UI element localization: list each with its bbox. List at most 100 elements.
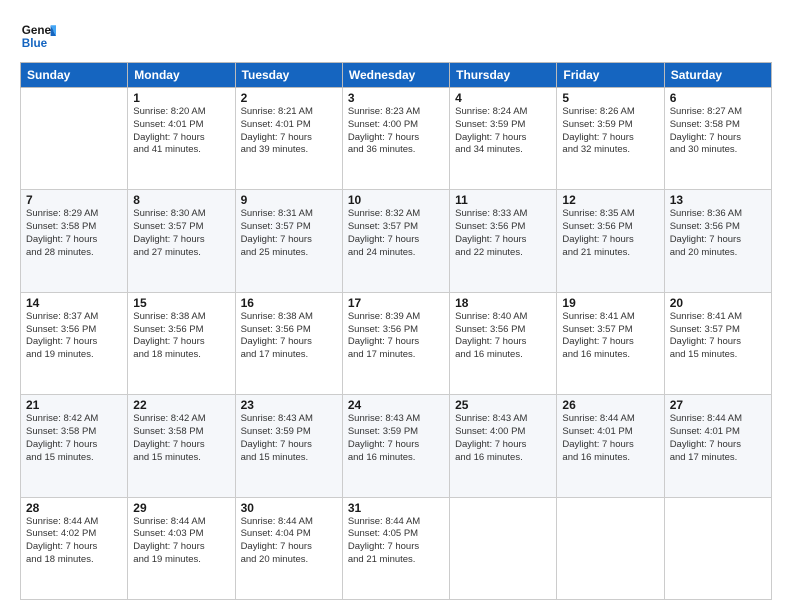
calendar-week-row: 14Sunrise: 8:37 AM Sunset: 3:56 PM Dayli…: [21, 292, 772, 394]
day-number: 4: [455, 91, 551, 105]
day-number: 19: [562, 296, 658, 310]
day-info: Sunrise: 8:37 AM Sunset: 3:56 PM Dayligh…: [26, 311, 122, 362]
calendar-cell: 18Sunrise: 8:40 AM Sunset: 3:56 PM Dayli…: [450, 292, 557, 394]
day-info: Sunrise: 8:30 AM Sunset: 3:57 PM Dayligh…: [133, 208, 229, 259]
day-number: 25: [455, 398, 551, 412]
calendar-cell: 21Sunrise: 8:42 AM Sunset: 3:58 PM Dayli…: [21, 395, 128, 497]
day-info: Sunrise: 8:44 AM Sunset: 4:05 PM Dayligh…: [348, 516, 444, 567]
day-number: 1: [133, 91, 229, 105]
day-number: 5: [562, 91, 658, 105]
calendar-cell: 4Sunrise: 8:24 AM Sunset: 3:59 PM Daylig…: [450, 88, 557, 190]
day-number: 11: [455, 193, 551, 207]
calendar-cell: 12Sunrise: 8:35 AM Sunset: 3:56 PM Dayli…: [557, 190, 664, 292]
calendar-cell: 26Sunrise: 8:44 AM Sunset: 4:01 PM Dayli…: [557, 395, 664, 497]
day-number: 13: [670, 193, 766, 207]
header: General Blue: [20, 18, 772, 54]
calendar-cell: 15Sunrise: 8:38 AM Sunset: 3:56 PM Dayli…: [128, 292, 235, 394]
calendar-cell: 24Sunrise: 8:43 AM Sunset: 3:59 PM Dayli…: [342, 395, 449, 497]
col-header-wednesday: Wednesday: [342, 63, 449, 88]
day-number: 10: [348, 193, 444, 207]
calendar-cell: 17Sunrise: 8:39 AM Sunset: 3:56 PM Dayli…: [342, 292, 449, 394]
day-info: Sunrise: 8:41 AM Sunset: 3:57 PM Dayligh…: [670, 311, 766, 362]
day-info: Sunrise: 8:44 AM Sunset: 4:01 PM Dayligh…: [670, 413, 766, 464]
calendar-cell: 14Sunrise: 8:37 AM Sunset: 3:56 PM Dayli…: [21, 292, 128, 394]
day-info: Sunrise: 8:35 AM Sunset: 3:56 PM Dayligh…: [562, 208, 658, 259]
day-number: 17: [348, 296, 444, 310]
day-number: 28: [26, 501, 122, 515]
calendar-cell: 7Sunrise: 8:29 AM Sunset: 3:58 PM Daylig…: [21, 190, 128, 292]
day-number: 21: [26, 398, 122, 412]
page: General Blue SundayMondayTuesdayWednesda…: [0, 0, 792, 612]
calendar-cell: [450, 497, 557, 599]
day-info: Sunrise: 8:33 AM Sunset: 3:56 PM Dayligh…: [455, 208, 551, 259]
calendar-week-row: 7Sunrise: 8:29 AM Sunset: 3:58 PM Daylig…: [21, 190, 772, 292]
day-number: 29: [133, 501, 229, 515]
day-number: 20: [670, 296, 766, 310]
day-info: Sunrise: 8:44 AM Sunset: 4:04 PM Dayligh…: [241, 516, 337, 567]
calendar-cell: 27Sunrise: 8:44 AM Sunset: 4:01 PM Dayli…: [664, 395, 771, 497]
calendar-cell: [664, 497, 771, 599]
calendar-week-row: 21Sunrise: 8:42 AM Sunset: 3:58 PM Dayli…: [21, 395, 772, 497]
day-number: 16: [241, 296, 337, 310]
calendar-cell: 5Sunrise: 8:26 AM Sunset: 3:59 PM Daylig…: [557, 88, 664, 190]
calendar-header-row: SundayMondayTuesdayWednesdayThursdayFrid…: [21, 63, 772, 88]
calendar-cell: [557, 497, 664, 599]
day-info: Sunrise: 8:27 AM Sunset: 3:58 PM Dayligh…: [670, 106, 766, 157]
calendar-cell: 3Sunrise: 8:23 AM Sunset: 4:00 PM Daylig…: [342, 88, 449, 190]
day-info: Sunrise: 8:44 AM Sunset: 4:03 PM Dayligh…: [133, 516, 229, 567]
logo: General Blue: [20, 18, 58, 54]
day-info: Sunrise: 8:43 AM Sunset: 4:00 PM Dayligh…: [455, 413, 551, 464]
day-info: Sunrise: 8:42 AM Sunset: 3:58 PM Dayligh…: [26, 413, 122, 464]
calendar-cell: 30Sunrise: 8:44 AM Sunset: 4:04 PM Dayli…: [235, 497, 342, 599]
calendar-cell: 31Sunrise: 8:44 AM Sunset: 4:05 PM Dayli…: [342, 497, 449, 599]
day-info: Sunrise: 8:44 AM Sunset: 4:01 PM Dayligh…: [562, 413, 658, 464]
day-info: Sunrise: 8:41 AM Sunset: 3:57 PM Dayligh…: [562, 311, 658, 362]
day-info: Sunrise: 8:26 AM Sunset: 3:59 PM Dayligh…: [562, 106, 658, 157]
day-info: Sunrise: 8:42 AM Sunset: 3:58 PM Dayligh…: [133, 413, 229, 464]
calendar-cell: 2Sunrise: 8:21 AM Sunset: 4:01 PM Daylig…: [235, 88, 342, 190]
day-info: Sunrise: 8:32 AM Sunset: 3:57 PM Dayligh…: [348, 208, 444, 259]
calendar-cell: 6Sunrise: 8:27 AM Sunset: 3:58 PM Daylig…: [664, 88, 771, 190]
calendar-cell: 9Sunrise: 8:31 AM Sunset: 3:57 PM Daylig…: [235, 190, 342, 292]
col-header-thursday: Thursday: [450, 63, 557, 88]
day-number: 23: [241, 398, 337, 412]
day-number: 18: [455, 296, 551, 310]
calendar-cell: 20Sunrise: 8:41 AM Sunset: 3:57 PM Dayli…: [664, 292, 771, 394]
day-info: Sunrise: 8:23 AM Sunset: 4:00 PM Dayligh…: [348, 106, 444, 157]
day-number: 27: [670, 398, 766, 412]
calendar-cell: 8Sunrise: 8:30 AM Sunset: 3:57 PM Daylig…: [128, 190, 235, 292]
calendar-week-row: 1Sunrise: 8:20 AM Sunset: 4:01 PM Daylig…: [21, 88, 772, 190]
day-info: Sunrise: 8:29 AM Sunset: 3:58 PM Dayligh…: [26, 208, 122, 259]
day-info: Sunrise: 8:40 AM Sunset: 3:56 PM Dayligh…: [455, 311, 551, 362]
day-number: 26: [562, 398, 658, 412]
day-number: 8: [133, 193, 229, 207]
col-header-tuesday: Tuesday: [235, 63, 342, 88]
day-number: 12: [562, 193, 658, 207]
day-info: Sunrise: 8:20 AM Sunset: 4:01 PM Dayligh…: [133, 106, 229, 157]
calendar-cell: 19Sunrise: 8:41 AM Sunset: 3:57 PM Dayli…: [557, 292, 664, 394]
day-number: 24: [348, 398, 444, 412]
day-info: Sunrise: 8:38 AM Sunset: 3:56 PM Dayligh…: [241, 311, 337, 362]
day-info: Sunrise: 8:21 AM Sunset: 4:01 PM Dayligh…: [241, 106, 337, 157]
calendar-cell: 22Sunrise: 8:42 AM Sunset: 3:58 PM Dayli…: [128, 395, 235, 497]
day-number: 14: [26, 296, 122, 310]
day-info: Sunrise: 8:39 AM Sunset: 3:56 PM Dayligh…: [348, 311, 444, 362]
day-info: Sunrise: 8:24 AM Sunset: 3:59 PM Dayligh…: [455, 106, 551, 157]
day-number: 31: [348, 501, 444, 515]
svg-text:Blue: Blue: [22, 37, 48, 50]
calendar-cell: 10Sunrise: 8:32 AM Sunset: 3:57 PM Dayli…: [342, 190, 449, 292]
day-number: 2: [241, 91, 337, 105]
day-number: 9: [241, 193, 337, 207]
calendar-cell: 11Sunrise: 8:33 AM Sunset: 3:56 PM Dayli…: [450, 190, 557, 292]
day-info: Sunrise: 8:43 AM Sunset: 3:59 PM Dayligh…: [348, 413, 444, 464]
day-info: Sunrise: 8:44 AM Sunset: 4:02 PM Dayligh…: [26, 516, 122, 567]
calendar-cell: [21, 88, 128, 190]
col-header-friday: Friday: [557, 63, 664, 88]
day-info: Sunrise: 8:36 AM Sunset: 3:56 PM Dayligh…: [670, 208, 766, 259]
day-number: 30: [241, 501, 337, 515]
calendar-cell: 23Sunrise: 8:43 AM Sunset: 3:59 PM Dayli…: [235, 395, 342, 497]
day-info: Sunrise: 8:31 AM Sunset: 3:57 PM Dayligh…: [241, 208, 337, 259]
day-number: 6: [670, 91, 766, 105]
logo-icon: General Blue: [20, 18, 56, 54]
calendar-table: SundayMondayTuesdayWednesdayThursdayFrid…: [20, 62, 772, 600]
